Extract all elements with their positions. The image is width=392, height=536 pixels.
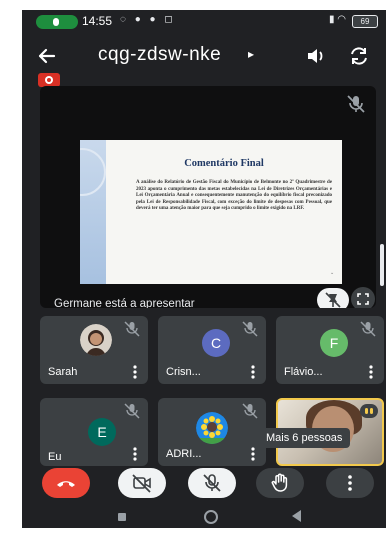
avatar [196,412,228,444]
status-time: 14:55 [82,14,113,28]
unpin-icon [325,292,341,308]
participant-name: Eu [48,451,62,463]
fullscreen-icon[interactable] [350,286,376,308]
shared-slide: Comentário Final A análise do Relatório … [80,140,342,284]
phone-hangup-icon [57,481,75,487]
avatar [80,324,112,356]
presentation-stage[interactable]: Comentário Final A análise do Relatório … [40,86,376,308]
back-triangle-icon[interactable] [292,510,301,522]
participant-tile[interactable]: ADRI... [158,398,266,466]
mic-off-icon [124,321,140,337]
more-vert-icon [348,475,352,491]
presenter-label: Germane está a apresentar [54,298,195,308]
speaking-indicator-icon [360,404,378,418]
camera-off-icon [132,474,151,493]
more-vert-icon[interactable] [128,364,142,380]
mic-off-icon [347,95,365,113]
recents-icon[interactable] [118,513,126,521]
more-options-button[interactable] [326,468,374,498]
more-people-label[interactable]: Mais 6 pessoas [258,428,351,448]
speaker-icon[interactable] [301,42,329,70]
raise-hand-button[interactable] [256,468,304,498]
back-arrow-icon[interactable] [32,41,62,71]
mic-off-icon [203,474,221,492]
avatar: C [202,329,230,357]
switch-camera-icon[interactable] [345,42,373,70]
chevron-right-icon[interactable]: ▸ [248,47,254,61]
unpin-button[interactable] [317,288,349,308]
notification-icons: ◌ ● ● ◻ [120,14,176,25]
ongoing-call-indicator[interactable] [36,15,78,29]
mic-icon [53,18,59,26]
meeting-code[interactable]: cqg-zdsw-nke [98,44,221,66]
mic-off-icon [360,321,376,337]
avatar: E [88,418,116,446]
slide-title: Comentário Final [184,158,264,169]
participant-name: Flávio... [284,366,323,378]
mic-toggle-button[interactable] [188,468,236,498]
mic-off-icon [242,403,258,419]
self-participant-tile[interactable]: E Eu [40,398,148,466]
more-vert-icon[interactable] [246,364,260,380]
end-call-button[interactable] [42,468,90,498]
participant-name: Sarah [48,366,78,378]
slide-mark-icon: ⌄ [330,270,335,276]
raise-hand-icon [271,473,288,492]
mic-off-icon [242,321,258,337]
more-vert-icon[interactable] [246,446,260,462]
signal-wifi-icon: ▮ ◠ [328,14,346,25]
participant-name: ADRI... [166,448,202,460]
more-vert-icon[interactable] [364,364,378,380]
participant-tile[interactable]: F Flávio... [276,316,384,384]
participant-name: Crisn... [166,366,201,378]
phone-screen: 14:55 ◌ ● ● ◻ ▮ ◠ 69 cqg-zdsw-nke ▸ Come… [22,10,386,528]
mic-off-icon [124,403,140,419]
participant-tile[interactable]: Sarah [40,316,148,384]
system-nav-bar [22,506,386,528]
camera-toggle-button[interactable] [118,468,166,498]
scrollbar-handle[interactable] [380,244,384,286]
recording-icon [38,73,60,87]
status-bar: 14:55 ◌ ● ● ◻ ▮ ◠ 69 [22,10,386,32]
slide-body: A análise do Relatório de Gestão Fiscal … [136,180,332,211]
more-vert-icon[interactable] [128,446,142,462]
battery-icon: 69 [352,15,378,28]
participant-tile[interactable]: C Crisn... [158,316,266,384]
avatar: F [320,329,348,357]
meeting-header: cqg-zdsw-nke ▸ [22,34,386,78]
home-icon[interactable] [204,510,218,524]
